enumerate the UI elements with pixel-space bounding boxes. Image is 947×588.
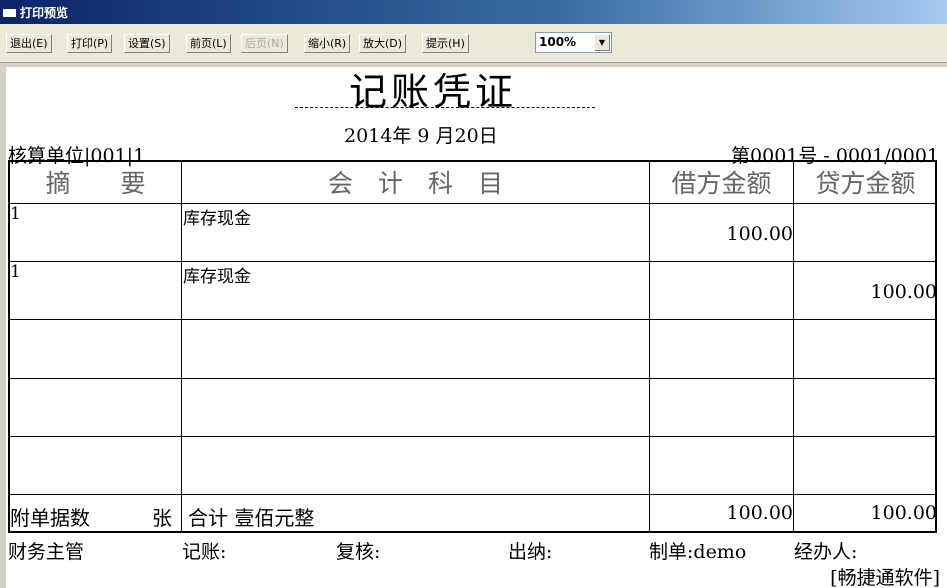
header-account: 会 计 科 目 <box>327 169 503 198</box>
row-divider <box>10 319 935 320</box>
total-credit: 100.00 <box>870 502 937 524</box>
print-button[interactable]: 打印(P) <box>67 34 113 53</box>
attachments-label: 附单据数 <box>10 506 90 530</box>
row1-account: 库存现金 <box>183 209 251 229</box>
column-divider <box>793 162 794 531</box>
row2-account: 库存现金 <box>183 267 251 287</box>
window-title: 打印预览 <box>20 6 69 20</box>
row2-credit: 100.00 <box>870 281 937 303</box>
total-label: 合计 壹佰元整 <box>188 506 315 530</box>
prev-page-button[interactable]: 前页(L) <box>186 34 231 53</box>
sig-cashier: 出纳: <box>508 541 553 563</box>
column-divider <box>649 162 650 531</box>
chevron-down-icon[interactable]: ▼ <box>594 34 610 51</box>
attachments-unit: 张 <box>152 506 172 530</box>
voucher-date: 2014年 9 月20日 <box>344 125 498 147</box>
row-divider <box>10 378 935 379</box>
row2-summary: 1 <box>10 262 21 282</box>
hint-button[interactable]: 提示(H) <box>422 34 469 53</box>
sig-preparer: 制单:demo <box>649 541 747 563</box>
zoom-out-button[interactable]: 缩小(R) <box>304 34 351 53</box>
voucher-title: 记账凭证 <box>349 70 518 114</box>
title-divider <box>295 107 595 108</box>
sig-handler: 经办人: <box>794 541 858 563</box>
column-divider <box>181 162 182 531</box>
title-bar: 打印预览 <box>0 0 947 24</box>
row-divider <box>10 494 935 495</box>
voucher-page: 记账凭证 2014年 9 月20日 核算单位|001|1 第0001号 - 00… <box>6 67 947 588</box>
sig-supervisor: 财务主管 <box>8 541 85 563</box>
exit-button[interactable]: 退出(E) <box>6 34 52 53</box>
brand-label: [畅捷通软件] <box>830 567 940 588</box>
zoom-in-button[interactable]: 放大(D) <box>359 34 407 53</box>
header-summary: 摘 要 <box>45 169 146 198</box>
sig-bookkeeper: 记账: <box>182 541 227 563</box>
row-divider <box>10 261 935 262</box>
row1-debit: 100.00 <box>726 223 793 245</box>
next-page-button[interactable]: 后页(N) <box>241 34 288 53</box>
toolbar: 退出(E) 打印(P) 设置(S) 前页(L) 后页(N) 缩小(R) 放大(D… <box>0 24 947 63</box>
row-divider <box>10 436 935 437</box>
total-debit: 100.00 <box>726 502 793 524</box>
row1-summary: 1 <box>10 204 21 224</box>
voucher-table: 摘 要 会 计 科 目 借方金额 贷方金额 1 库存现金 100.00 1 库存… <box>8 160 937 533</box>
zoom-select[interactable]: 100% ▼ <box>535 32 612 53</box>
zoom-value: 100% <box>539 35 577 49</box>
row-divider <box>10 203 935 204</box>
sig-reviewer: 复核: <box>336 541 381 563</box>
header-debit: 借方金额 <box>671 169 772 198</box>
settings-button[interactable]: 设置(S) <box>124 34 170 53</box>
window-icon <box>3 6 16 17</box>
header-credit: 贷方金额 <box>815 169 916 198</box>
